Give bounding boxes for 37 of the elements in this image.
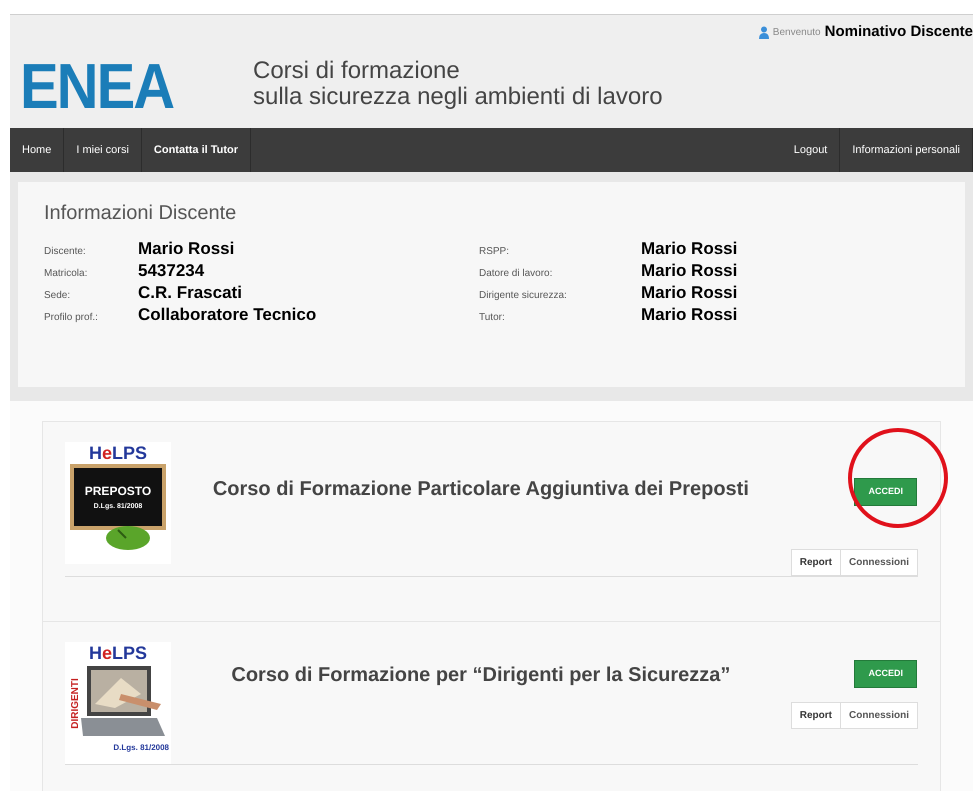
thumbnail-law: D.Lgs. 81/2008: [113, 744, 169, 752]
field-value: Mario Rossi: [641, 238, 738, 260]
welcome-text: Benvenuto: [772, 26, 821, 40]
thumbnail-brand: HeLPS: [88, 444, 148, 462]
field-label: Profilo prof.:: [44, 311, 99, 325]
field-value: 5437234: [138, 260, 204, 282]
report-button[interactable]: Report: [790, 549, 841, 576]
panel-title: Informazioni Discente: [44, 201, 238, 226]
course-title: Corso di Formazione Particolare Aggiuntiva dei Preposti: [212, 478, 750, 500]
field-label: Datore di lavoro:: [479, 267, 554, 281]
field-label: RSPP:: [479, 245, 510, 259]
report-button[interactable]: Report: [790, 702, 841, 728]
field-label: Sede:: [44, 289, 72, 303]
site-title: Corsi di formazione: [253, 58, 461, 84]
thumbnail-label: PREPOSTO: [84, 484, 152, 496]
field-label: Tutor:: [479, 311, 506, 325]
access-button[interactable]: ACCEDI: [854, 660, 917, 688]
field-value: C.R. Frascati: [138, 282, 242, 304]
course-title: Corso di Formazione per “Dirigenti per la Sicurezza”: [230, 664, 732, 686]
mouse-icon: [104, 524, 152, 552]
thumbnail-brand: HeLPS: [88, 644, 148, 662]
site-subtitle: sulla sicurezza negli ambienti di lavoro: [253, 84, 663, 110]
field-value: Mario Rossi: [138, 238, 234, 260]
user-icon: [758, 26, 769, 39]
field-value: Mario Rossi: [641, 260, 738, 282]
field-value: Mario Rossi: [641, 282, 738, 304]
field-label: Discente:: [44, 245, 87, 259]
field-label: Matricola:: [44, 267, 88, 281]
connections-button[interactable]: Connessioni: [840, 702, 918, 728]
enea-logo: ENEA: [20, 55, 174, 119]
field-label: Dirigente sicurezza:: [479, 289, 568, 303]
access-button[interactable]: ACCEDI: [854, 478, 917, 506]
thumbnail-label: DIRIGENTI: [68, 678, 82, 728]
field-value: Mario Rossi: [641, 304, 738, 326]
user-name: Nominativo Discente: [824, 22, 973, 42]
field-value: Collaboratore Tecnico: [138, 304, 316, 326]
connections-button[interactable]: Connessioni: [840, 549, 918, 576]
